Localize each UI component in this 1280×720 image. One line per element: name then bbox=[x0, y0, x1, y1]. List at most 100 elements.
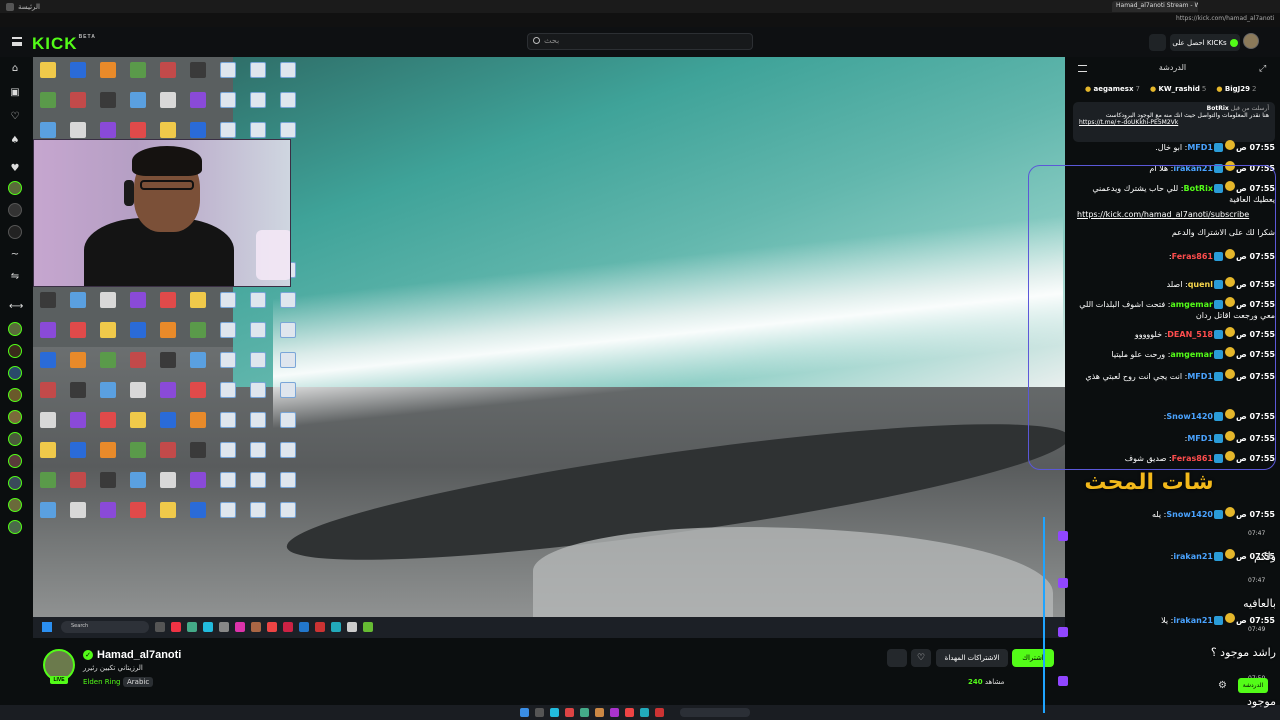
channel-info: LIVE ✓ Hamad_al7anoti الرزيتاني تكيين رئ… bbox=[33, 640, 1065, 700]
desktop-icon bbox=[160, 92, 176, 108]
subscribe-button[interactable]: اشتراك bbox=[1012, 649, 1054, 667]
back-icon[interactable] bbox=[6, 2, 14, 11]
menu-icon[interactable] bbox=[12, 37, 22, 46]
desktop-icon bbox=[40, 62, 56, 78]
recommended-icon[interactable]: ⟷ bbox=[9, 301, 23, 313]
desktop-icon bbox=[100, 352, 116, 368]
categories-icon[interactable]: ♠ bbox=[9, 135, 21, 147]
chat-message[interactable]: 07:55 صSnow1420: يله bbox=[1077, 507, 1275, 520]
recommended-channel-avatar[interactable] bbox=[8, 366, 22, 380]
taskbar-icon[interactable] bbox=[565, 708, 574, 717]
taskbar-icon[interactable] bbox=[655, 708, 664, 717]
browse-icon[interactable]: ▣ bbox=[9, 87, 21, 99]
recommended-channel-avatar[interactable] bbox=[8, 388, 22, 402]
language-tag[interactable]: Arabic bbox=[123, 677, 154, 687]
overlay-time: 07:47 bbox=[1248, 530, 1266, 537]
desktop-icon bbox=[190, 322, 206, 338]
recommended-channel-avatar[interactable] bbox=[8, 344, 22, 358]
desktop-icon bbox=[190, 92, 206, 108]
taskbar-app-icon bbox=[363, 622, 373, 632]
taskbar-icon[interactable] bbox=[580, 708, 589, 717]
desktop-icon bbox=[100, 502, 116, 518]
recommended-channel-avatar[interactable] bbox=[8, 498, 22, 512]
follow-button[interactable]: ♡ bbox=[911, 649, 931, 667]
taskbar-app-icon bbox=[299, 622, 309, 632]
taskbar-app-icon bbox=[331, 622, 341, 632]
desktop-icon bbox=[250, 412, 266, 428]
desktop-icon bbox=[70, 502, 86, 518]
followed-channel-avatar[interactable] bbox=[8, 225, 22, 239]
following-icon[interactable]: ♡ bbox=[9, 111, 21, 123]
stream-taskbar: Search bbox=[33, 617, 1065, 638]
home-icon[interactable]: ⌂ bbox=[9, 63, 21, 75]
desktop-icon bbox=[40, 502, 56, 518]
taskbar-icon[interactable] bbox=[610, 708, 619, 717]
verified-icon: ✓ bbox=[83, 650, 93, 660]
gifter-item[interactable]: ● BigJ29 2 bbox=[1216, 85, 1256, 97]
get-kicks-button[interactable]: احصل على KICKs bbox=[1170, 34, 1240, 51]
followed-channel-avatar[interactable] bbox=[8, 181, 22, 195]
taskbar-icon[interactable] bbox=[640, 708, 649, 717]
channel-name[interactable]: Hamad_al7anoti bbox=[97, 649, 181, 661]
desktop-icon bbox=[70, 472, 86, 488]
search-input[interactable]: بحث bbox=[527, 33, 753, 50]
browser-tab[interactable]: Hamad_al7anoti Stream - Wa bbox=[1112, 1, 1198, 12]
chat-send-button[interactable]: الدردشة bbox=[1238, 678, 1268, 693]
taskbar-icon[interactable] bbox=[535, 708, 544, 717]
desktop-icon bbox=[70, 292, 86, 308]
taskbar-search[interactable] bbox=[680, 708, 750, 717]
taskbar-icon[interactable] bbox=[595, 708, 604, 717]
taskbar-icon[interactable] bbox=[625, 708, 634, 717]
followed-channel-avatar[interactable] bbox=[8, 203, 22, 217]
os-taskbar bbox=[0, 705, 1280, 720]
clip-icon[interactable]: ⇋ bbox=[9, 271, 21, 283]
stream-category[interactable]: Elden Ring bbox=[83, 678, 120, 686]
chat-message[interactable]: 07:55 صirakan21: bbox=[1077, 549, 1275, 562]
kick-badge-icon bbox=[1213, 143, 1223, 152]
gifter-count: 5 bbox=[1201, 85, 1207, 93]
favorites-icon[interactable]: ♥ bbox=[9, 163, 21, 175]
recommended-channel-avatar[interactable] bbox=[8, 432, 22, 446]
gifter-item[interactable]: ● aegamesx 7 bbox=[1085, 85, 1140, 97]
desktop-icon bbox=[160, 292, 176, 308]
message-username[interactable]: Snow1420 bbox=[1166, 510, 1213, 519]
video-player[interactable]: Search bbox=[33, 57, 1065, 638]
browser-home-label[interactable]: الرئيسة bbox=[18, 3, 40, 11]
viewers-number: 240 bbox=[968, 678, 983, 686]
browser-tab-bar: الرئيسة Hamad_al7anoti Stream - Wa bbox=[0, 0, 1280, 13]
desktop-icon bbox=[220, 92, 236, 108]
taskbar-icon[interactable] bbox=[550, 708, 559, 717]
desktop-icon bbox=[280, 382, 296, 398]
recommended-channel-avatar[interactable] bbox=[8, 476, 22, 490]
start-icon[interactable] bbox=[520, 708, 529, 717]
gift-subs-button[interactable]: الاشتراكات المهداة bbox=[936, 649, 1008, 667]
logo-text: KICK bbox=[32, 34, 78, 53]
recommended-channel-avatar[interactable] bbox=[8, 410, 22, 424]
calendar-button[interactable] bbox=[1149, 34, 1166, 51]
trend-icon[interactable]: ~ bbox=[9, 249, 21, 261]
chat-settings-icon[interactable]: ⚙ bbox=[1218, 680, 1227, 691]
chat-message[interactable]: 07:55 صirakan21: يلا bbox=[1077, 613, 1275, 626]
browser-url-bar[interactable]: https://kick.com/hamad_al7anoti bbox=[0, 13, 1280, 27]
desktop-icon bbox=[220, 322, 236, 338]
desktop-icon bbox=[250, 472, 266, 488]
gifter-name: KW_rashid bbox=[1158, 85, 1200, 93]
message-username[interactable]: irakan21 bbox=[1173, 552, 1213, 561]
notifications-button[interactable] bbox=[887, 649, 907, 667]
gifter-item[interactable]: ● KW_rashid 5 bbox=[1150, 85, 1206, 97]
streamer-glasses bbox=[140, 180, 194, 190]
kick-logo[interactable]: KICKBETA bbox=[32, 34, 96, 54]
message-username[interactable]: irakan21 bbox=[1173, 616, 1213, 625]
pinned-link[interactable]: https://t.me/+-doUKkhi-PE5M2Vk bbox=[1079, 119, 1269, 126]
recommended-channel-avatar[interactable] bbox=[8, 454, 22, 468]
top-gifters: ● aegamesx 7 ● KW_rashid 5 ● BigJ29 2 bbox=[1085, 85, 1275, 97]
message-username[interactable]: MFD1 bbox=[1187, 143, 1213, 152]
pinned-message[interactable]: أرسلت من قبل BotRix هنا نقدر المعلومات و… bbox=[1073, 102, 1275, 142]
popout-icon[interactable]: ⤢ bbox=[1259, 64, 1266, 74]
recommended-channel-avatar[interactable] bbox=[8, 520, 22, 534]
taskbar-app-icon bbox=[235, 622, 245, 632]
url-text[interactable]: https://kick.com/hamad_al7anoti bbox=[1176, 15, 1274, 22]
user-avatar[interactable] bbox=[1243, 33, 1259, 49]
chat-message[interactable]: 07:55 صMFD1: ابو خال. bbox=[1077, 140, 1275, 153]
recommended-channel-avatar[interactable] bbox=[8, 322, 22, 336]
